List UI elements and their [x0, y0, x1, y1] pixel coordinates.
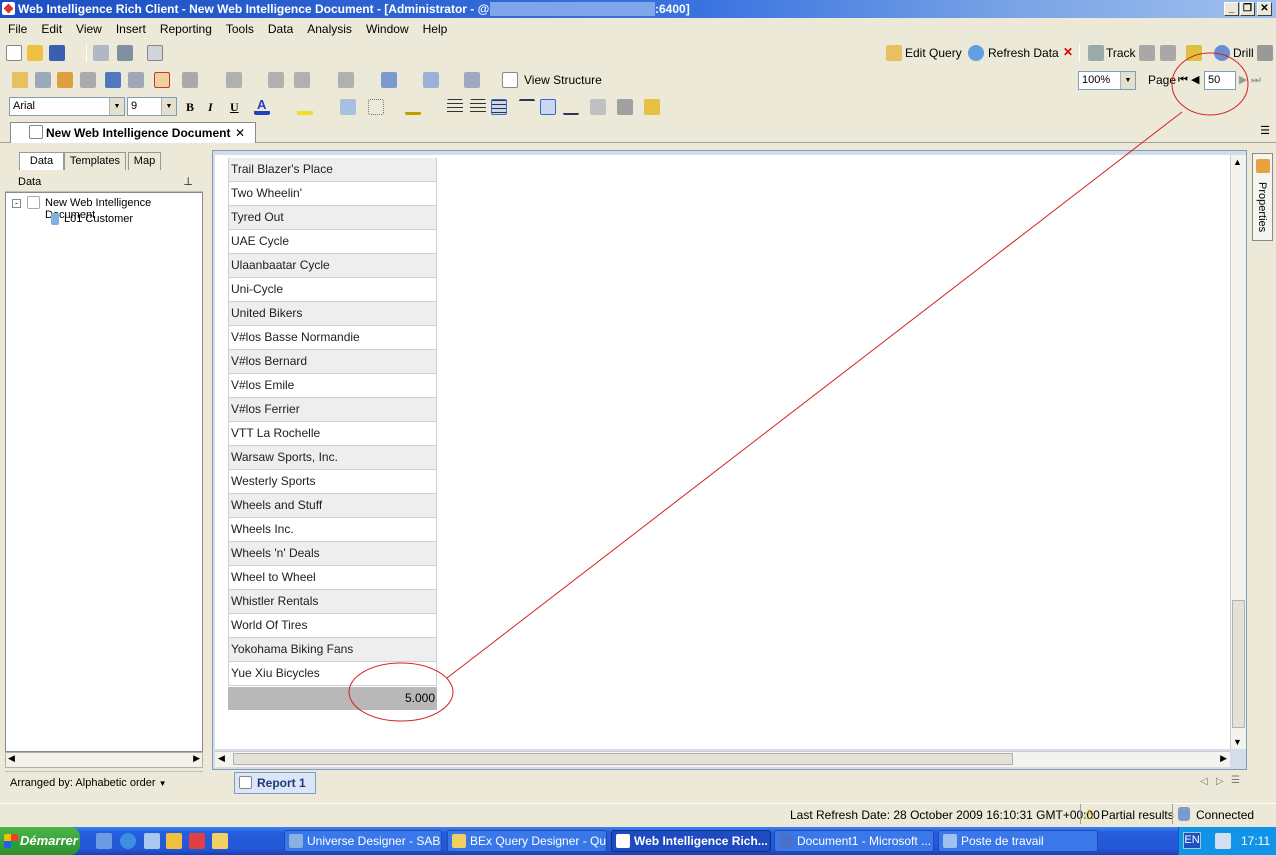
annotation-overlay	[348, 52, 1249, 722]
clock: 17:11	[1241, 834, 1271, 848]
system-tray: EN 17:11	[1178, 827, 1276, 855]
task-document1-word[interactable]: Document1 - Microsoft ...	[774, 830, 934, 852]
annotation-circle-page	[1171, 52, 1249, 116]
task-label: Universe Designer - SAB...	[307, 834, 442, 848]
windows-logo-icon	[4, 834, 18, 848]
annotation-circle-total	[348, 662, 454, 722]
status-bar: Last Refresh Date: 28 October 2009 16:10…	[0, 803, 1276, 825]
network-icon[interactable]	[1215, 833, 1231, 849]
task-universe-designer[interactable]: Universe Designer - SAB...	[284, 830, 442, 852]
task-label: Poste de travail	[961, 834, 1044, 848]
task-web-intelligence[interactable]: Web Intelligence Rich...	[611, 830, 771, 852]
language-indicator[interactable]: EN	[1183, 832, 1201, 849]
start-button[interactable]: Démarrer	[0, 827, 80, 855]
quicklaunch-sap-icon[interactable]	[212, 833, 228, 849]
task-label: Web Intelligence Rich...	[634, 834, 768, 848]
quicklaunch-app-icon[interactable]	[189, 833, 205, 849]
task-label: Document1 - Microsoft ...	[797, 834, 932, 848]
quicklaunch-ie-icon[interactable]	[120, 833, 136, 849]
warning-icon: ⚠	[1083, 807, 1095, 822]
connection-status: Connected	[1196, 808, 1255, 822]
quicklaunch-explorer-icon[interactable]	[166, 833, 182, 849]
task-bex-query-designer[interactable]: BEx Query Designer - Qu...	[447, 830, 607, 852]
task-poste-de-travail[interactable]: Poste de travail	[938, 830, 1098, 852]
last-refresh-text: Last Refresh Date: 28 October 2009 16:10…	[790, 808, 1100, 822]
quicklaunch-mail-icon[interactable]	[144, 833, 160, 849]
start-label: Démarrer	[20, 833, 78, 848]
quicklaunch-desktop-icon[interactable]	[96, 833, 112, 849]
taskbar: Démarrer Universe Designer - SAB... BEx …	[0, 827, 1276, 855]
annotation-line	[446, 111, 1183, 679]
task-label: BEx Query Designer - Qu...	[470, 834, 607, 848]
connection-icon	[1178, 807, 1190, 821]
partial-results-text[interactable]: Partial results	[1101, 808, 1174, 822]
